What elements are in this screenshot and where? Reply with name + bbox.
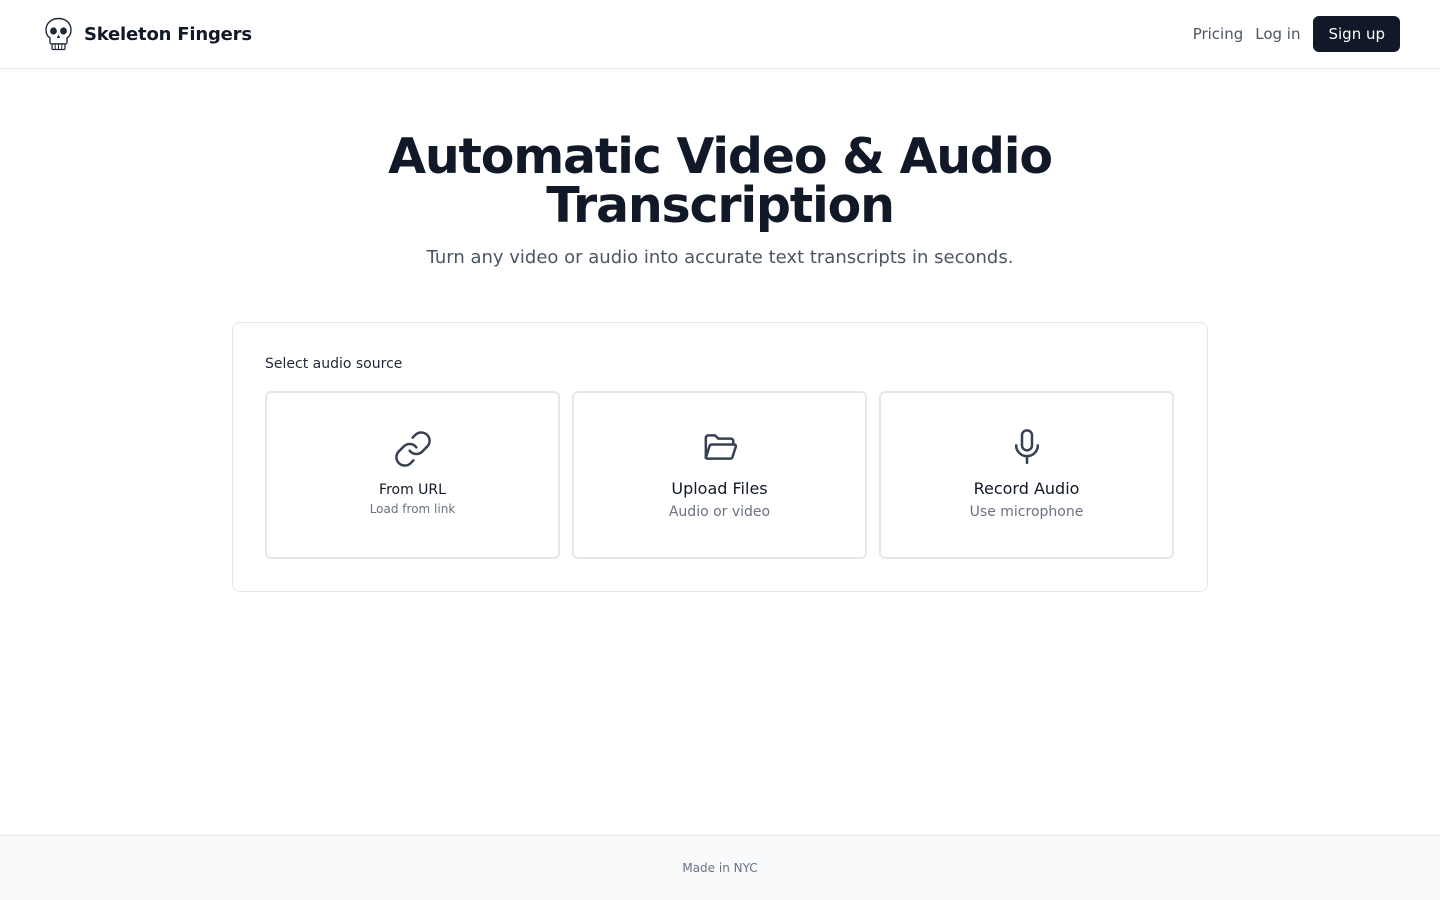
page-footer: Made in NYC <box>0 835 1440 900</box>
hero-title: Automatic Video & Audio Transcription <box>0 132 1440 230</box>
record-audio-option[interactable]: Record Audio Use microphone <box>879 391 1174 559</box>
upload-files-subtitle: Audio or video <box>668 504 771 520</box>
upload-files-option[interactable]: Upload Files Audio or video <box>572 391 867 559</box>
from-url-subtitle: Load from link <box>369 502 456 516</box>
audio-source-label: Select audio source <box>265 356 403 372</box>
audio-source-options: From URL Load from link Upload Files Aud… <box>265 391 1174 559</box>
upload-files-title: Upload Files <box>671 479 768 498</box>
top-header: Skeleton Fingers Pricing Log in Sign up <box>0 0 1440 69</box>
hero-subtitle: Turn any video or audio into accurate te… <box>426 247 1014 268</box>
signup-button[interactable]: Sign up <box>1313 16 1400 52</box>
footer-text: Made in NYC <box>682 861 758 875</box>
audio-source-card: Select audio source From URL Load from l… <box>232 322 1208 592</box>
brand-name: Skeleton Fingers <box>84 23 252 45</box>
pricing-link[interactable]: Pricing <box>1193 25 1244 43</box>
brand[interactable]: Skeleton Fingers <box>44 17 252 51</box>
folder-icon <box>700 427 740 467</box>
record-audio-subtitle: Use microphone <box>969 504 1084 520</box>
microphone-icon <box>1007 427 1047 467</box>
from-url-option[interactable]: From URL Load from link <box>265 391 560 559</box>
record-audio-title: Record Audio <box>973 479 1080 498</box>
login-link[interactable]: Log in <box>1255 25 1300 43</box>
hero-title-line-2: Transcription <box>546 177 895 234</box>
from-url-title: From URL <box>379 482 446 498</box>
top-nav: Pricing Log in Sign up <box>1193 16 1400 52</box>
skull-icon <box>45 17 72 51</box>
link-icon <box>393 429 433 469</box>
